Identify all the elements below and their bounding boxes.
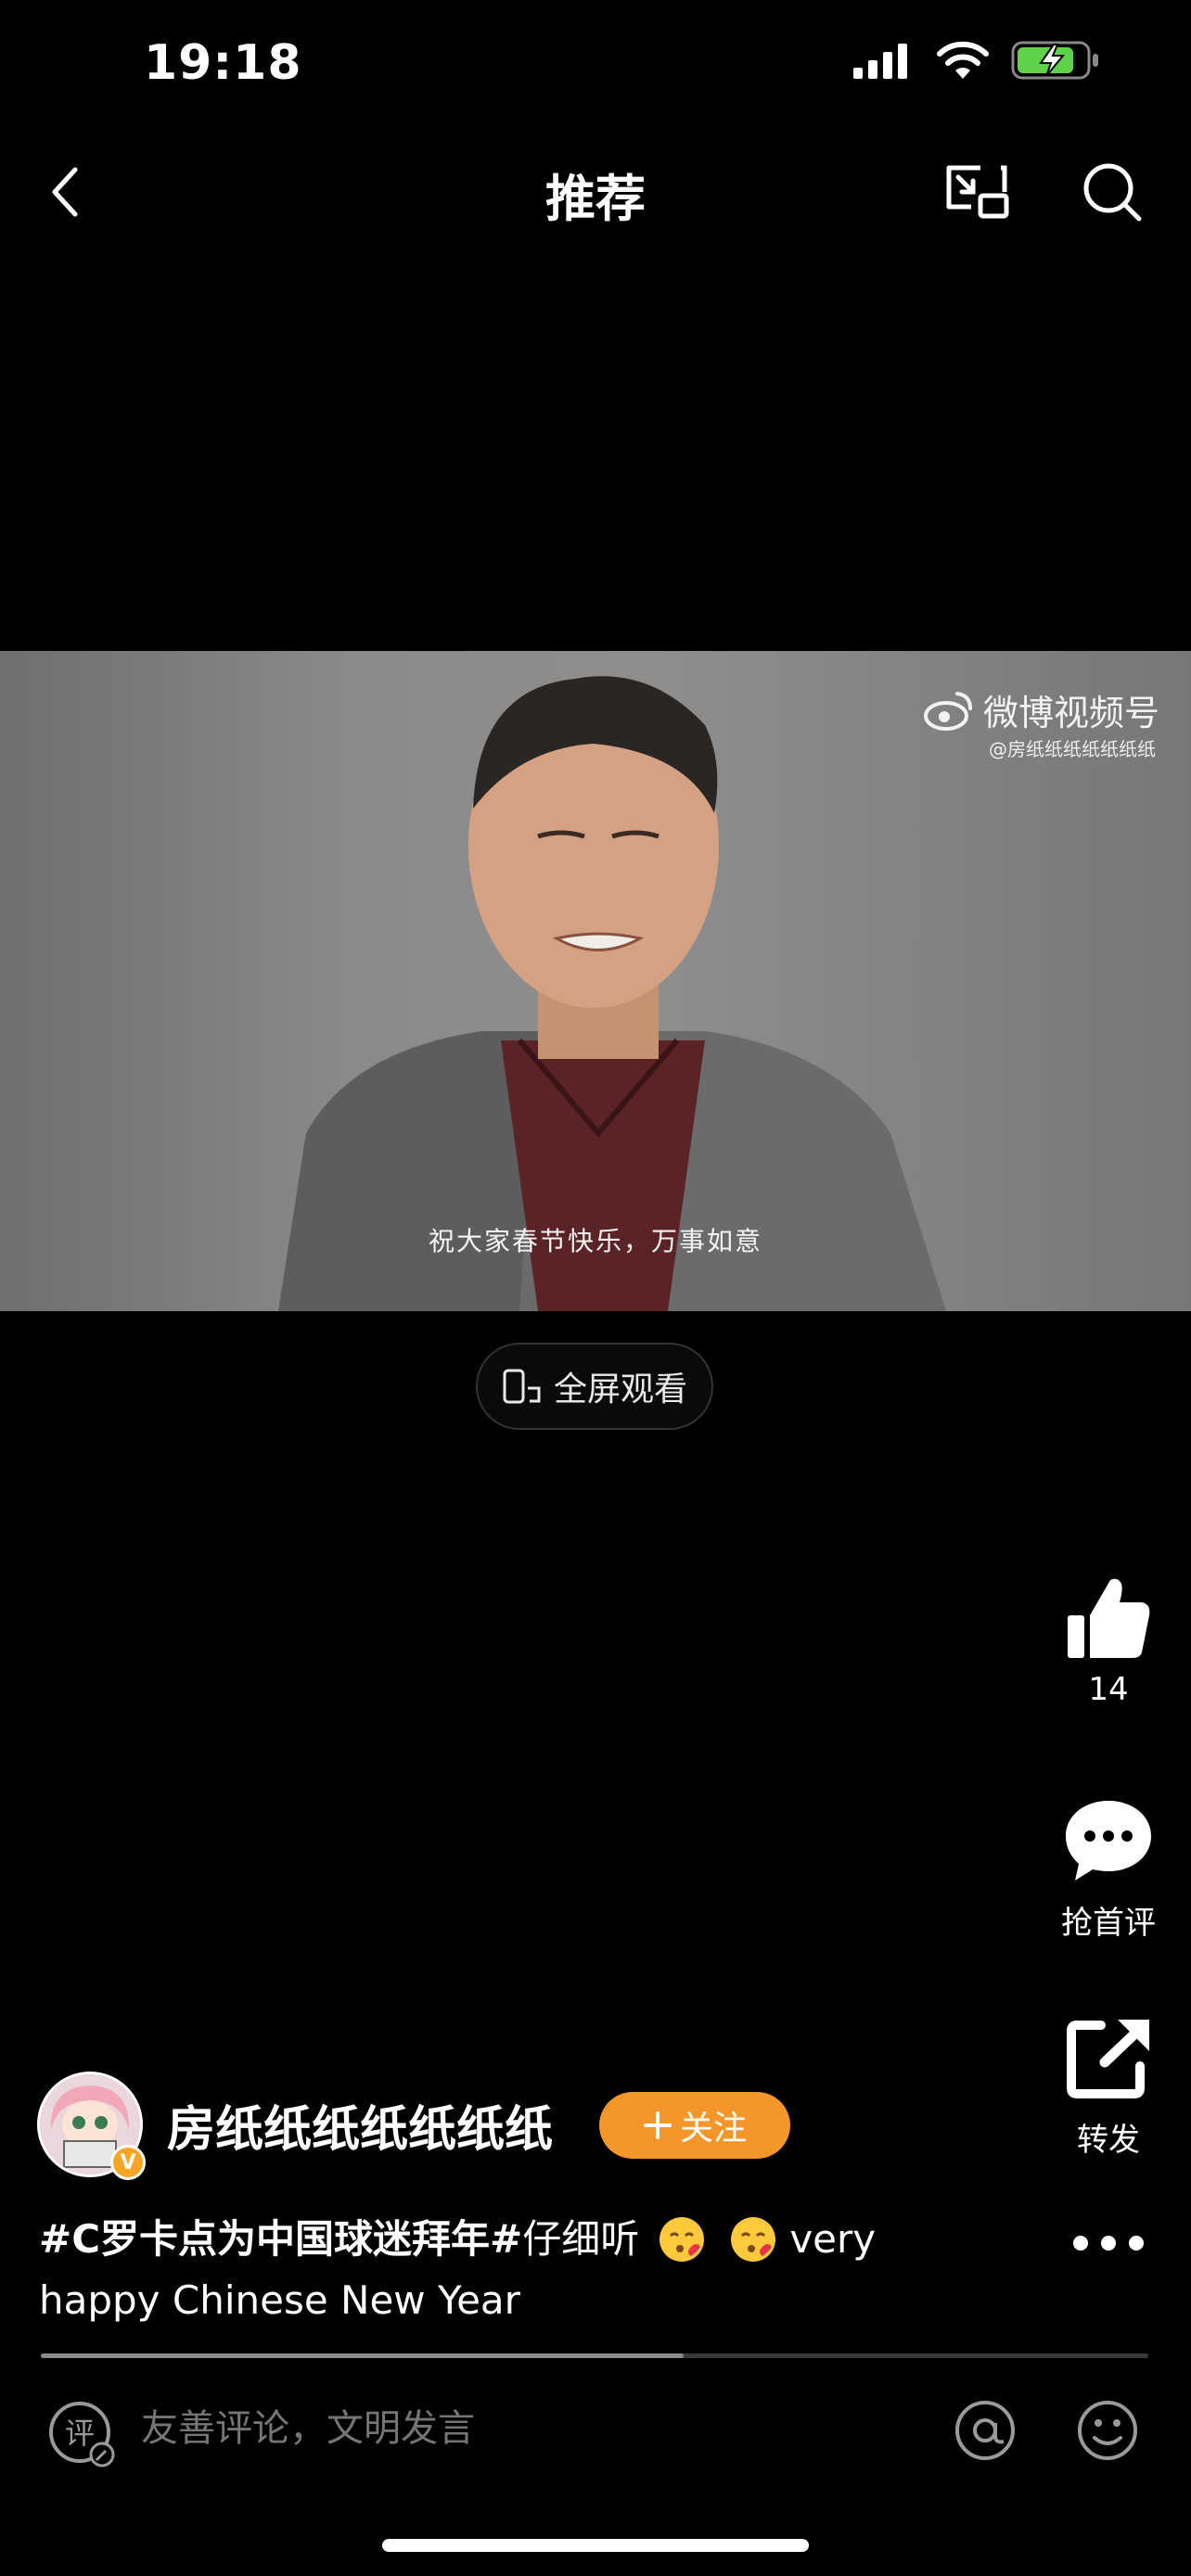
status-time: 19:18 xyxy=(144,35,302,91)
comment-button[interactable]: 抢首评 xyxy=(1039,1797,1178,1943)
mention-button[interactable] xyxy=(952,2397,1018,2468)
weibo-watermark: 微博视频号 xyxy=(923,684,1159,735)
thumbs-up-icon xyxy=(1068,1578,1150,1658)
battery-charging-icon xyxy=(1011,41,1098,80)
share-icon xyxy=(1067,2020,1149,2098)
phone-rotate-icon xyxy=(503,1369,541,1404)
like-button[interactable]: 14 xyxy=(1039,1575,1178,1708)
search-button[interactable] xyxy=(1070,150,1154,234)
more-dots-icon xyxy=(1073,2236,1144,2251)
follow-label: 关注 xyxy=(679,2110,747,2148)
wifi-icon xyxy=(937,41,989,79)
fullscreen-label: 全屏观看 xyxy=(553,1371,687,1409)
plus-icon xyxy=(643,2111,672,2139)
author-avatar[interactable]: V xyxy=(37,2072,146,2180)
comment-input[interactable] xyxy=(141,2407,883,2450)
comment-label: 抢首评 xyxy=(1061,1905,1156,1942)
watermark-text: 微博视频号 xyxy=(982,693,1159,733)
verified-badge: V xyxy=(110,2145,146,2180)
fullscreen-button[interactable]: 全屏观看 xyxy=(476,1343,713,1430)
watermark-handle: @房纸纸纸纸纸纸纸 xyxy=(989,738,1156,760)
weibo-logo-icon xyxy=(923,691,972,731)
comment-bubble-icon xyxy=(1066,1801,1151,1881)
more-button[interactable] xyxy=(1039,2229,1178,2257)
author-name[interactable]: 房纸纸纸纸纸纸纸 xyxy=(167,2090,553,2160)
video-player[interactable]: 微博视频号 @房纸纸纸纸纸纸纸 祝大家春节快乐，万事如意 xyxy=(0,651,1191,1311)
svg-text:评: 评 xyxy=(65,2416,95,2451)
caption-tail-2: happy Chinese New Year xyxy=(39,2277,520,2323)
caption-tail-1: very xyxy=(789,2216,877,2262)
emoji-button[interactable] xyxy=(1074,2397,1141,2468)
home-indicator[interactable] xyxy=(382,2539,809,2552)
cellular-signal-icon xyxy=(853,44,907,79)
video-subtitle: 祝大家春节快乐，万事如意 xyxy=(428,1226,762,1256)
post-caption: #C罗卡点为中国球迷拜年#仔细听 very happy Chinese New … xyxy=(39,2209,929,2331)
follow-button[interactable]: 关注 xyxy=(599,2092,790,2159)
comment-edit-icon: 评 xyxy=(49,2402,115,2468)
pip-button[interactable] xyxy=(935,150,1018,234)
status-icons xyxy=(853,39,1100,82)
emoji-icon xyxy=(1078,2401,1137,2460)
picture-in-picture-icon xyxy=(946,165,1009,219)
at-mention-icon xyxy=(955,2401,1015,2460)
blowing-kiss-emoji-icon xyxy=(659,2217,704,2262)
caption-hashtag[interactable]: #C罗卡点为中国球迷拜年# xyxy=(39,2216,522,2262)
caption-text: 仔细听 xyxy=(522,2216,640,2262)
progress-fill xyxy=(41,2353,684,2358)
blowing-kiss-emoji-icon xyxy=(730,2217,775,2262)
share-label: 转发 xyxy=(1077,2122,1140,2159)
share-button[interactable]: 转发 xyxy=(1039,2016,1178,2160)
write-comment-button[interactable]: 评 xyxy=(45,2397,119,2475)
search-icon xyxy=(1083,163,1142,222)
like-count: 14 xyxy=(1088,1671,1129,1708)
